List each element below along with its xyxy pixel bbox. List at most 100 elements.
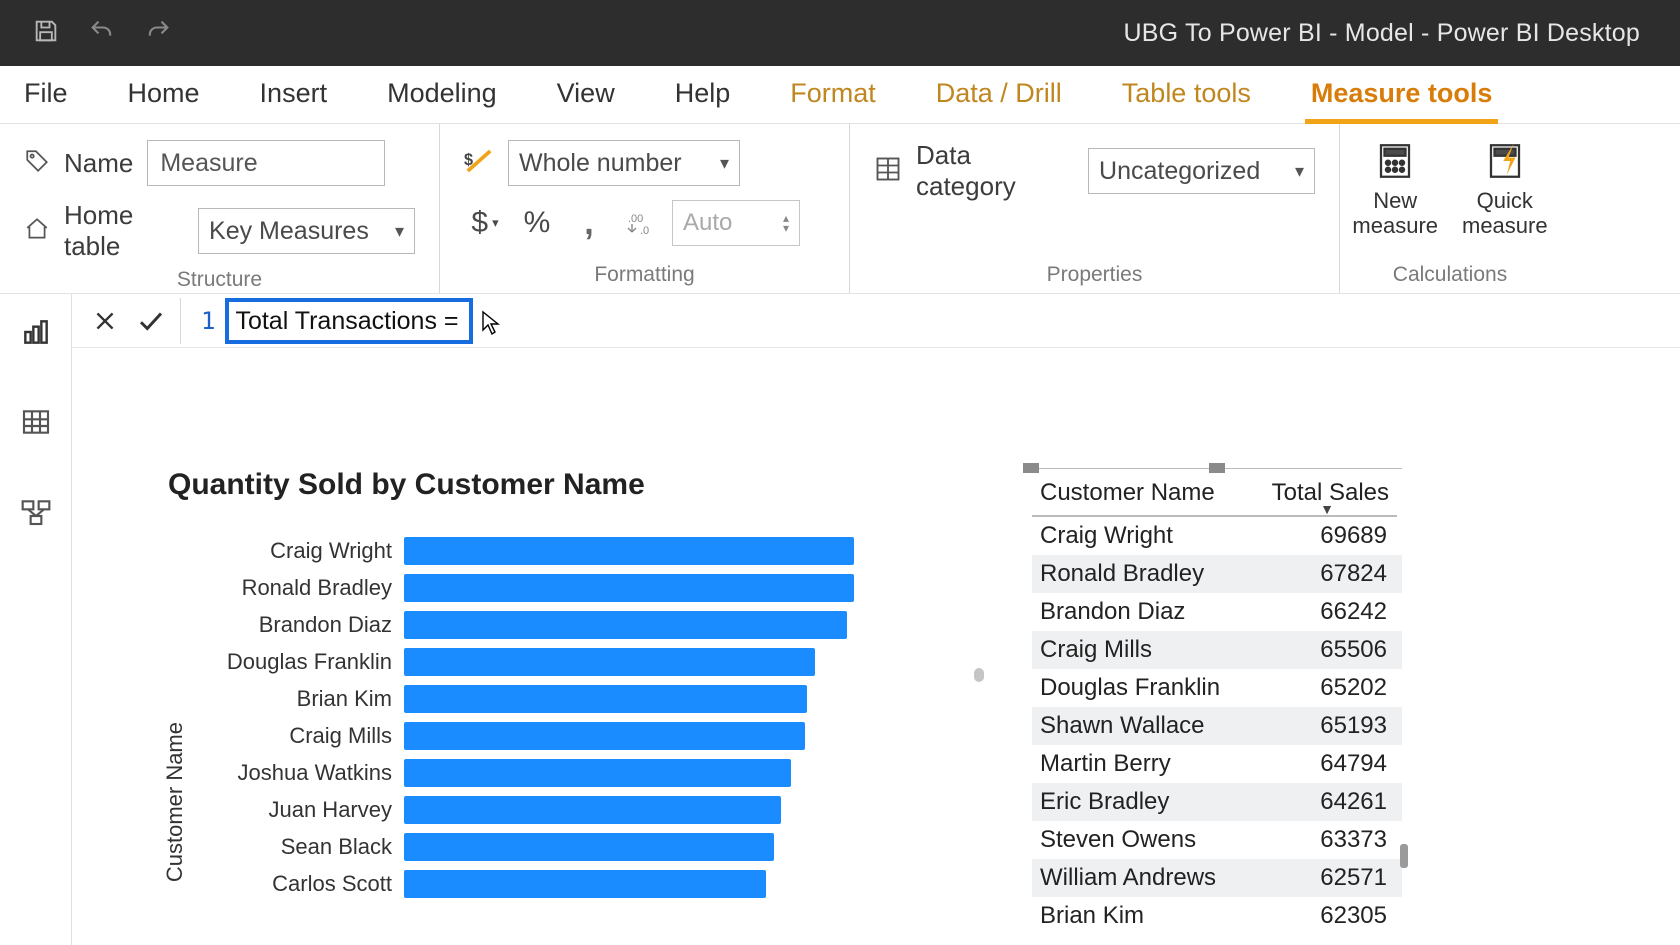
bar-label: Craig Wright [194, 538, 404, 564]
group-label-formatting: Formatting [464, 263, 825, 287]
data-category-select[interactable]: Uncategorized▾ [1088, 148, 1315, 194]
tab-modeling[interactable]: Modeling [381, 78, 503, 123]
chart-scrollbar-thumb[interactable] [974, 668, 984, 682]
view-nav-rail [0, 294, 72, 945]
bar-label: Joshua Watkins [194, 760, 404, 786]
ribbon-group-structure: Name Home table Key Measures▾ Structure [0, 124, 440, 293]
bar-label: Douglas Franklin [194, 649, 404, 675]
table-row[interactable]: Eric Bradley64261 [1032, 783, 1402, 821]
ribbon-group-properties: Data category Uncategorized▾ Properties [850, 124, 1340, 293]
stepper-icon: ▴▾ [783, 213, 789, 233]
tab-measure-tools[interactable]: Measure tools [1305, 78, 1499, 123]
bar-row[interactable]: Ronald Bradley [194, 569, 874, 606]
home-table-select[interactable]: Key Measures▾ [198, 208, 415, 254]
table-row[interactable]: Steven Owens63373 [1032, 821, 1402, 859]
bar-row[interactable]: Brian Kim [194, 680, 874, 717]
cell-customer-name: Shawn Wallace [1032, 707, 1257, 745]
report-view-button[interactable] [16, 312, 56, 352]
cell-total-sales: 67824 [1257, 555, 1397, 593]
bar-label: Carlos Scott [194, 871, 404, 897]
decimal-places-button[interactable]: .00.0 [620, 202, 662, 244]
cell-customer-name: Steven Owens [1032, 821, 1257, 859]
chevron-down-icon: ▾ [395, 221, 404, 242]
table-row[interactable]: Craig Wright69689 [1032, 517, 1402, 555]
bar-row[interactable]: Juan Harvey [194, 791, 874, 828]
divider [180, 298, 181, 344]
table-header-total-sales[interactable]: Total Sales ▼ [1257, 469, 1397, 517]
bar-row[interactable]: Douglas Franklin [194, 643, 874, 680]
resize-handle[interactable] [1209, 463, 1225, 473]
tab-table-tools[interactable]: Table tools [1116, 78, 1257, 123]
bar-row[interactable]: Craig Mills [194, 717, 874, 754]
home-table-label: Home table [64, 200, 184, 262]
tag-icon [24, 148, 50, 179]
tab-insert[interactable]: Insert [254, 78, 334, 123]
tab-help[interactable]: Help [669, 78, 737, 123]
ribbon-tabs: File Home Insert Modeling View Help Form… [0, 66, 1680, 124]
table-scrollbar-thumb[interactable] [1400, 844, 1408, 868]
bar-row[interactable]: Joshua Watkins [194, 754, 874, 791]
thousands-separator-button[interactable]: , [568, 202, 610, 244]
chevron-down-icon: ▾ [1295, 161, 1304, 182]
quick-measure-button[interactable]: Quick measure [1462, 140, 1548, 239]
formula-commit-button[interactable] [128, 298, 174, 344]
bar-label: Brandon Diaz [194, 612, 404, 638]
currency-button[interactable]: $▾ [464, 202, 506, 244]
tab-format[interactable]: Format [784, 78, 882, 123]
redo-icon[interactable] [144, 17, 172, 50]
table-row[interactable]: Brandon Diaz66242 [1032, 593, 1402, 631]
formula-cancel-button[interactable] [82, 298, 128, 344]
svg-text:.0: .0 [640, 225, 649, 236]
save-icon[interactable] [32, 17, 60, 50]
bar-row[interactable]: Carlos Scott [194, 865, 874, 902]
group-label-properties: Properties [874, 263, 1315, 287]
tab-view[interactable]: View [551, 78, 621, 123]
table-row[interactable]: Martin Berry64794 [1032, 745, 1402, 783]
table-row[interactable]: Craig Mills65506 [1032, 631, 1402, 669]
table-row[interactable]: Douglas Franklin65202 [1032, 669, 1402, 707]
measure-name-input[interactable] [147, 140, 385, 186]
ribbon-body: Name Home table Key Measures▾ Structure … [0, 124, 1680, 294]
bar-row[interactable]: Brandon Diaz [194, 606, 874, 643]
table-row[interactable]: Shawn Wallace65193 [1032, 707, 1402, 745]
table-row[interactable]: William Andrews62571 [1032, 859, 1402, 897]
cell-total-sales: 63373 [1257, 821, 1397, 859]
table-row[interactable]: Ronald Bradley67824 [1032, 555, 1402, 593]
percent-button[interactable]: % [516, 202, 558, 244]
bar-row[interactable]: Sean Black [194, 828, 874, 865]
tab-data-drill[interactable]: Data / Drill [930, 78, 1068, 123]
bar-row[interactable]: Craig Wright [194, 532, 874, 569]
table-row[interactable]: Brian Kim62305 [1032, 897, 1402, 935]
report-canvas[interactable]: Quantity Sold by Customer Name Customer … [72, 348, 1680, 945]
model-view-button[interactable] [16, 492, 56, 532]
group-label-structure: Structure [24, 268, 415, 292]
bar-label: Sean Black [194, 834, 404, 860]
formula-bar: 1 Total Transactions = [72, 294, 1680, 348]
formula-input[interactable]: Total Transactions = [225, 298, 472, 344]
new-measure-button[interactable]: New measure [1352, 140, 1438, 239]
ribbon-group-formatting: $ Whole number▾ $▾ % , .00.0 Auto ▴▾ For… [440, 124, 850, 293]
tab-home[interactable]: Home [122, 78, 206, 123]
window-title: UBG To Power BI - Model - Power BI Deskt… [1124, 19, 1640, 48]
format-type-select[interactable]: Whole number▾ [508, 140, 740, 186]
table-header-customer-name[interactable]: Customer Name [1032, 469, 1257, 517]
table-visual[interactable]: Customer Name Total Sales ▼ Craig Wright… [1032, 468, 1402, 935]
tab-file[interactable]: File [18, 78, 74, 123]
data-category-label: Data category [916, 140, 1074, 202]
cell-customer-name: Douglas Franklin [1032, 669, 1257, 707]
sort-descending-icon: ▼ [1320, 501, 1334, 517]
content-area: 1 Total Transactions = Quantity Sold by … [0, 294, 1680, 945]
cell-total-sales: 65193 [1257, 707, 1397, 745]
undo-icon[interactable] [88, 17, 116, 50]
bar-chart-visual[interactable]: Quantity Sold by Customer Name Customer … [162, 468, 992, 902]
resize-handle[interactable] [1023, 463, 1039, 473]
cell-customer-name: Martin Berry [1032, 745, 1257, 783]
decimal-auto-stepper[interactable]: Auto ▴▾ [672, 200, 800, 246]
cell-total-sales: 62571 [1257, 859, 1397, 897]
cell-customer-name: Eric Bradley [1032, 783, 1257, 821]
cell-total-sales: 64794 [1257, 745, 1397, 783]
cell-customer-name: Craig Mills [1032, 631, 1257, 669]
cell-customer-name: Ronald Bradley [1032, 555, 1257, 593]
name-label: Name [64, 148, 133, 179]
data-view-button[interactable] [16, 402, 56, 442]
